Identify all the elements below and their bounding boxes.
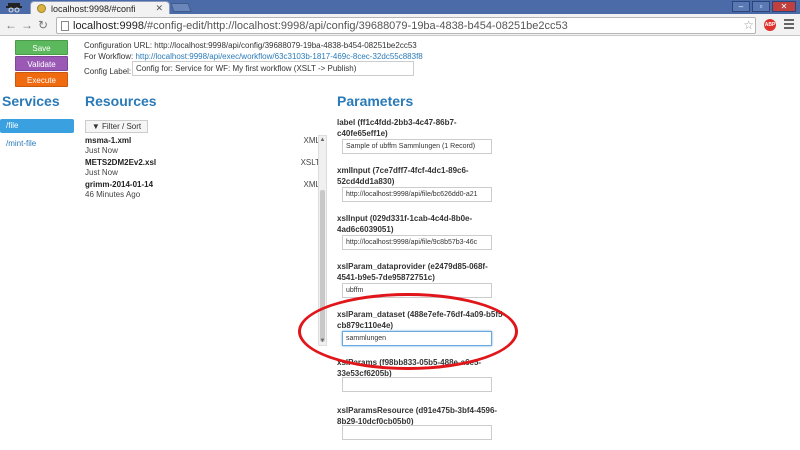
services-heading: Services — [2, 93, 60, 109]
service-item-file[interactable]: /file — [0, 119, 74, 133]
url-text: localhost:9998/#config-edit/http://local… — [73, 19, 568, 32]
incognito-icon — [6, 3, 22, 13]
address-bar[interactable]: localhost:9998/#config-edit/http://local… — [56, 17, 756, 34]
page-icon — [61, 20, 69, 31]
param-label: xslParam_dataprovider (e2479d85-068f-454… — [337, 262, 488, 282]
list-item[interactable]: METS2DM2Ev2.xsl Just Now XSLT — [85, 158, 320, 180]
scroll-thumb[interactable] — [320, 190, 325, 342]
workflow-link[interactable]: http://localhost:9998/api/exec/workflow/… — [135, 52, 422, 61]
param-label: xslParams (f98bb833-05b5-488e-a6e5-33e53… — [337, 358, 482, 378]
param-input[interactable] — [342, 425, 492, 440]
param-label: xslParamsResource (d91e475b-3bf4-4596-8b… — [337, 406, 498, 426]
param-label: xslInput (029d331f-1cab-4c4d-8b0e-4ad6c6… — [337, 214, 473, 234]
resource-name: METS2DM2Ev2.xsl — [85, 158, 157, 167]
back-arrow-icon[interactable]: ← — [4, 18, 18, 32]
param-input[interactable]: http://localhost:9998/api/file/9c8b57b3-… — [342, 235, 492, 250]
config-url-value: http://localhost:9998/api/config/3968807… — [154, 41, 417, 50]
config-url-line: Configuration URL: http://localhost:9998… — [84, 41, 417, 50]
param-label: xslParam_dataset (488e7efe-76df-4a09-b5f… — [337, 310, 506, 330]
menu-icon[interactable] — [784, 19, 794, 31]
resources-heading: Resources — [85, 93, 157, 109]
filter-icon: ▼ — [91, 122, 100, 131]
workflow-line: For Workflow: http://localhost:9998/api/… — [84, 52, 423, 61]
param-input[interactable]: Sample of ubffm Sammlungen (1 Record) — [342, 139, 492, 154]
scroll-up-icon[interactable]: ▲ — [319, 136, 326, 144]
service-item-mint-file[interactable]: /mint-file — [0, 137, 74, 151]
param-dataprovider-field: xslParam_dataprovider (e2479d85-068f-454… — [337, 261, 507, 298]
workflow-label: For Workflow: — [84, 52, 134, 61]
param-xslparamsresource-field: xslParamsResource (d91e475b-3bf4-4596-8b… — [337, 405, 507, 440]
config-label-input[interactable]: Config for: Service for WF: My first wor… — [132, 61, 414, 76]
param-label-field: label (ff1c4fdd-2bb3-4c47-86b7-c40fe65ef… — [337, 117, 507, 154]
browser-titlebar: localhost:9998/#confi ✕ – ▫ ✕ — [0, 0, 800, 15]
resource-time: Just Now — [85, 168, 118, 177]
page-content: Save Validate Execute Configuration URL:… — [0, 37, 800, 450]
resource-name: msma-1.xml — [85, 136, 132, 145]
validate-button[interactable]: Validate — [15, 56, 68, 71]
tab-title: localhost:9998/#confi — [51, 3, 136, 14]
config-label-label: Config Label: — [84, 67, 132, 76]
resource-time: 46 Minutes Ago — [85, 190, 141, 199]
param-label: xmlInput (7ce7dff7-4fcf-4dc1-89c6-52cd4d… — [337, 166, 469, 186]
scroll-down-icon[interactable]: ▼ — [319, 337, 326, 345]
close-window-button[interactable]: ✕ — [772, 1, 796, 12]
filter-sort-button[interactable]: ▼ Filter / Sort — [85, 120, 148, 133]
param-xslinput-field: xslInput (029d331f-1cab-4c4d-8b0e-4ad6c6… — [337, 213, 507, 250]
resource-name: grimm-2014-01-14 — [85, 180, 154, 189]
param-input[interactable]: ubffm — [342, 283, 492, 298]
parameters-heading: Parameters — [337, 93, 414, 109]
minimize-button[interactable]: – — [732, 1, 750, 12]
forward-arrow-icon[interactable]: → — [20, 18, 34, 32]
maximize-button[interactable]: ▫ — [752, 1, 770, 12]
param-xslparams-field: xslParams (f98bb833-05b5-488e-a6e5-33e53… — [337, 357, 507, 392]
resource-scrollbar[interactable]: ▲ ▼ — [318, 135, 327, 346]
param-xmlinput-field: xmlInput (7ce7dff7-4fcf-4dc1-89c6-52cd4d… — [337, 165, 507, 202]
param-input[interactable]: sammlungen — [342, 331, 492, 346]
param-input[interactable]: http://localhost:9998/api/file/bc626dd0-… — [342, 187, 492, 202]
list-item[interactable]: msma-1.xml Just Now XML — [85, 136, 320, 158]
bookmark-star-icon[interactable]: ☆ — [743, 18, 754, 32]
execute-button[interactable]: Execute — [15, 72, 68, 87]
favicon-icon — [37, 4, 46, 13]
list-item[interactable]: grimm-2014-01-14 46 Minutes Ago XML — [85, 180, 320, 202]
browser-tab[interactable]: localhost:9998/#confi ✕ — [30, 1, 170, 15]
param-input[interactable] — [342, 377, 492, 392]
resource-time: Just Now — [85, 146, 118, 155]
param-dataset-field: xslParam_dataset (488e7efe-76df-4a09-b5f… — [337, 309, 507, 346]
save-button[interactable]: Save — [15, 40, 68, 55]
config-url-label: Configuration URL: — [84, 41, 153, 50]
extension-abp-icon[interactable]: ABP — [764, 19, 776, 31]
reload-icon[interactable]: ↻ — [36, 18, 50, 32]
param-label: label (ff1c4fdd-2bb3-4c47-86b7-c40fe65ef… — [337, 118, 457, 138]
tab-close-icon[interactable]: ✕ — [155, 3, 163, 14]
new-tab-button[interactable] — [170, 3, 192, 12]
browser-toolbar: ← → ↻ localhost:9998/#config-edit/http:/… — [0, 14, 800, 36]
window-controls: – ▫ ✕ — [732, 1, 796, 12]
resource-list: msma-1.xml Just Now XML METS2DM2Ev2.xsl … — [85, 136, 320, 202]
filter-sort-label: Filter / Sort — [102, 122, 142, 131]
